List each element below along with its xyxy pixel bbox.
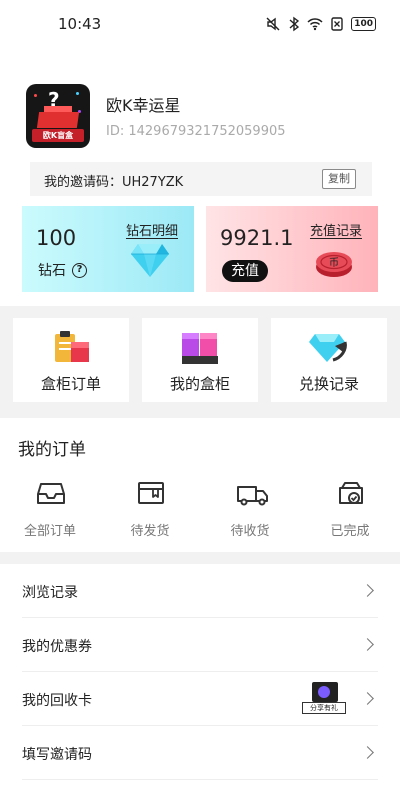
order-label: 待收货 [230, 524, 270, 539]
coin-card[interactable]: 9921.1 充值记录 充值 币 [206, 206, 378, 292]
completed-box-icon [339, 482, 363, 504]
menu-label: 浏览记录 [22, 585, 78, 601]
battery-icon: 100 [351, 17, 376, 31]
help-icon[interactable]: ? [72, 262, 87, 278]
profile-header[interactable]: ? 欧K盲盒 欧K幸运星 ID: 1429679321752059905 [26, 84, 376, 150]
menu-my-coupons[interactable]: 我的优惠券 [0, 618, 400, 672]
menu-browse-history[interactable]: 浏览记录 [0, 564, 400, 618]
chevron-right-icon [361, 746, 374, 759]
recharge-button[interactable]: 充值 [222, 260, 268, 282]
coin-glyph: 币 [329, 257, 339, 269]
shortcut-my-boxes[interactable]: 我的盒柜 [142, 318, 258, 402]
invite-code-text: 我的邀请码：UH27YZK [44, 175, 184, 190]
shortcut-label: 兑换记录 [298, 375, 359, 393]
shortcut-label: 盒柜订单 [40, 375, 101, 393]
order-label: 已完成 [330, 524, 370, 539]
bluetooth-icon [289, 16, 300, 32]
share-gift-badge[interactable]: 分享有礼 [302, 682, 346, 716]
order-to-receive[interactable]: 待收货 [210, 478, 290, 540]
badge-image [312, 682, 338, 702]
order-label: 全部订单 [23, 524, 76, 539]
order-all[interactable]: 全部订单 [10, 478, 90, 540]
chevron-right-icon [361, 584, 374, 597]
menu-label: 我的优惠券 [22, 639, 92, 655]
mute-icon [265, 16, 281, 32]
status-icons: 100 [265, 15, 376, 33]
diamond-card[interactable]: 100 钻石明细 钻石 ? [22, 206, 194, 292]
shortcut-label: 我的盒柜 [169, 375, 230, 393]
chevron-right-icon [361, 692, 374, 705]
order-to-ship[interactable]: 待发货 [110, 478, 190, 540]
badge-text: 分享有礼 [302, 702, 346, 714]
avatar[interactable]: ? 欧K盲盒 [26, 84, 90, 148]
box-cabinet-icon [180, 330, 220, 366]
menu-label: 我的回收卡 [22, 693, 92, 709]
diamond-label: 钻石 ? [38, 260, 87, 280]
recharge-record-link[interactable]: 充值记录 [310, 220, 362, 239]
inbox-tray-icon [37, 483, 65, 504]
order-completed[interactable]: 已完成 [310, 478, 390, 540]
coin-balance: 9921.1 [220, 226, 294, 250]
order-label: 待发货 [130, 524, 170, 539]
status-time: 10:43 [58, 15, 102, 33]
invite-code-bar: 我的邀请码：UH27YZK 复制 [30, 162, 372, 196]
order-clipboard-icon [51, 330, 91, 366]
exchange-diamond-icon [309, 330, 349, 366]
status-bar: 10:43 100 [0, 0, 400, 48]
orders-section-title: 我的订单 [18, 440, 86, 460]
menu-my-recycle-card[interactable]: 我的回收卡 分享有礼 [0, 672, 400, 726]
chevron-right-icon [361, 638, 374, 651]
diamond-balance: 100 [36, 226, 77, 250]
profile-id: ID: 1429679321752059905 [106, 124, 286, 139]
copy-button[interactable]: 复制 [322, 169, 356, 189]
coin-icon: 币 [314, 248, 354, 282]
menu-enter-invite-code[interactable]: 填写邀请码 [0, 726, 400, 780]
diamond-label-text: 钻石 [38, 263, 66, 279]
delivery-truck-icon [237, 486, 268, 506]
sim-icon [331, 17, 343, 31]
diamond-icon [130, 242, 170, 282]
package-icon [138, 482, 164, 504]
wifi-icon [307, 17, 323, 31]
shortcut-exchange-record[interactable]: 兑换记录 [271, 318, 387, 402]
avatar-brand-text: 欧K盲盒 [32, 129, 84, 142]
menu-label: 填写邀请码 [22, 747, 92, 763]
section-divider [0, 552, 400, 564]
profile-name: 欧K幸运星 [106, 96, 181, 115]
shortcut-box-orders[interactable]: 盒柜订单 [13, 318, 129, 402]
divider [22, 779, 378, 780]
diamond-detail-link[interactable]: 钻石明细 [126, 220, 178, 239]
